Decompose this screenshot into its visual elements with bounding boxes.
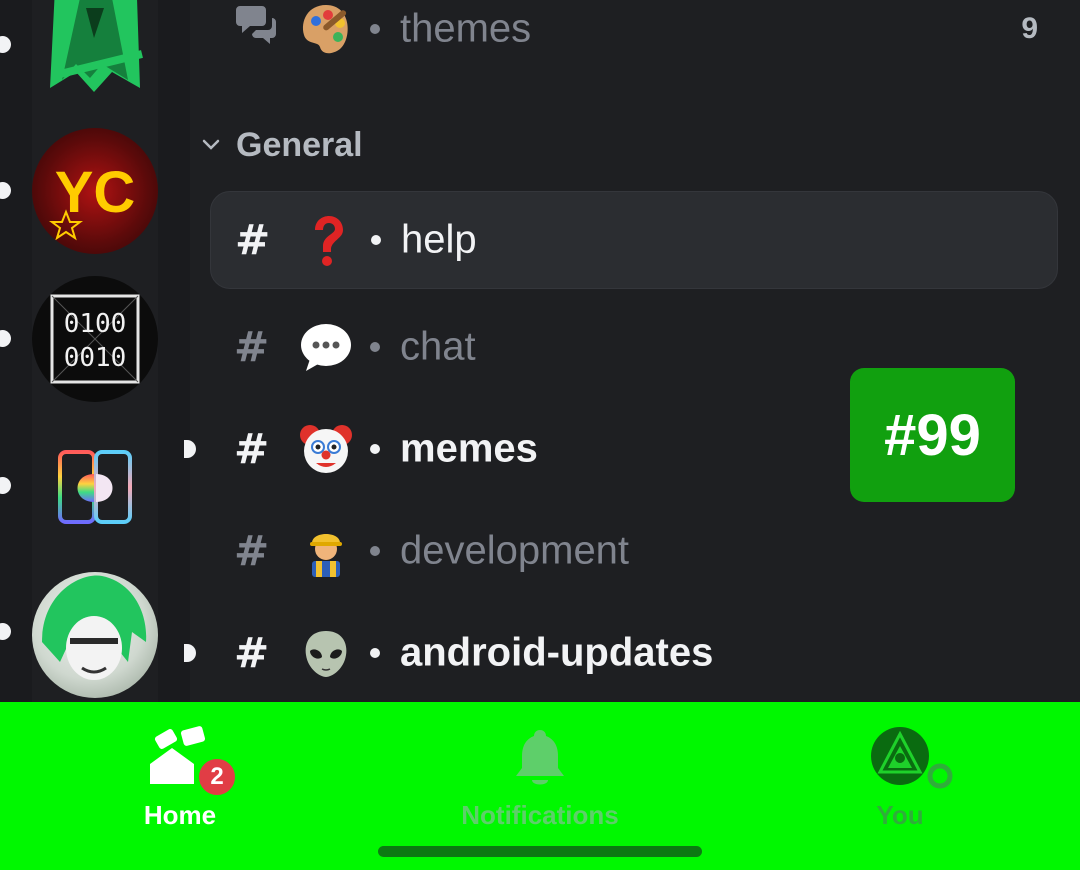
speech-bubble-icon: [298, 319, 354, 375]
unread-indicator: [184, 440, 196, 458]
tab-label: Notifications: [461, 800, 619, 830]
notification-badge: 2: [196, 756, 238, 798]
server-icon-phones[interactable]: [32, 424, 158, 550]
tab-label: Home: [143, 800, 217, 830]
separator-dot: [371, 235, 381, 245]
anime-avatar-icon: [42, 575, 147, 680]
tab-home[interactable]: 2 Home: [50, 702, 310, 842]
clown-face-icon: [298, 421, 354, 477]
channel-label: memes: [400, 426, 538, 471]
svg-text:0100: 0100: [64, 309, 127, 339]
construction-worker-icon: [298, 523, 354, 579]
separator-dot: [370, 24, 380, 34]
bell-icon: [508, 726, 572, 790]
svg-text:0010: 0010: [64, 343, 127, 373]
hash-icon: #: [234, 322, 270, 372]
category-general[interactable]: General: [200, 120, 363, 170]
overlay-badge: #99: [850, 368, 1015, 502]
phones-logo-icon: [58, 450, 132, 524]
hash-icon: #: [235, 215, 271, 265]
home-indicator[interactable]: [378, 846, 702, 857]
channel-android-updates[interactable]: # android-updates: [184, 604, 1058, 702]
rail-gap: [158, 0, 190, 702]
separator-dot: [370, 546, 380, 556]
separator-dot: [370, 648, 380, 658]
server-unread-pip: [0, 36, 11, 53]
tab-label: You: [876, 800, 924, 830]
separator-dot: [370, 444, 380, 454]
server-icon-mascot[interactable]: [32, 0, 158, 94]
channel-development[interactable]: # development: [210, 502, 1058, 600]
alien-icon: [298, 625, 354, 681]
forum-icon: [234, 2, 278, 56]
channel-count: 9: [1021, 12, 1038, 45]
server-icon-yc[interactable]: YC: [32, 128, 158, 254]
hash-icon: #: [234, 526, 270, 576]
server-unread-pip: [0, 623, 11, 640]
chevron-down-icon: [202, 139, 220, 150]
server-icon-anime[interactable]: [32, 572, 158, 698]
channel-label: android-updates: [400, 630, 714, 675]
tab-notifications[interactable]: Notifications: [410, 702, 670, 842]
channel-list: themes 9 General # help # chat # memes #…: [184, 0, 1080, 702]
hash-icon: #: [234, 424, 270, 474]
green-mascot-icon: [50, 0, 143, 92]
red-question-mark-icon: [299, 212, 355, 268]
artist-palette-icon: [298, 1, 354, 57]
rail-edge: [0, 0, 32, 702]
server-icon-binary[interactable]: 0100 0010: [32, 276, 158, 402]
channel-label: development: [400, 528, 630, 573]
avatar: [868, 726, 954, 790]
category-label: General: [236, 125, 363, 164]
channel-help[interactable]: # help: [210, 191, 1058, 289]
channel-label: themes: [400, 6, 532, 51]
separator-dot: [370, 342, 380, 352]
bottom-tab-bar: 2 Home Notifications You: [0, 702, 1080, 870]
unread-indicator: [184, 644, 196, 662]
server-unread-pip: [0, 477, 11, 494]
server-unread-pip: [0, 182, 11, 199]
hash-icon: #: [234, 628, 270, 678]
channel-label: help: [401, 217, 477, 262]
binary-logo-icon: 0100 0010: [50, 294, 140, 384]
channel-label: chat: [400, 324, 476, 369]
tab-you[interactable]: You: [770, 702, 1030, 842]
yc-logo-icon: YC: [49, 160, 135, 241]
server-unread-pip: [0, 330, 11, 347]
channel-themes[interactable]: themes 9: [210, 0, 1058, 78]
